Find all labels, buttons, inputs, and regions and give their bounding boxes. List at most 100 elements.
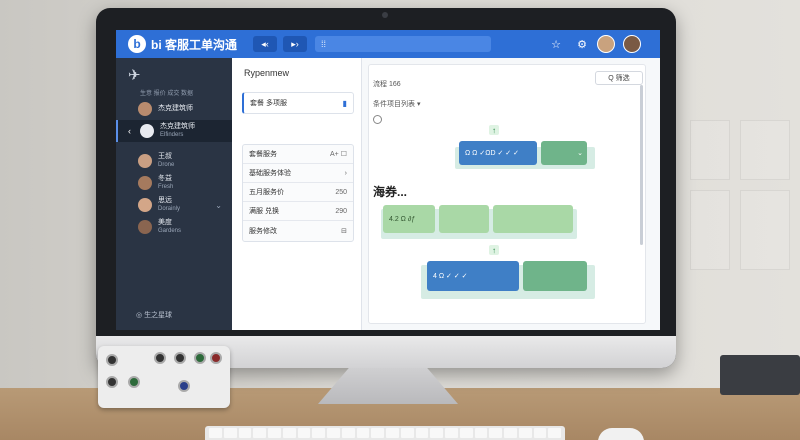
sidebar-item-name: 冬益	[158, 175, 172, 182]
flow-node-1[interactable]: Ω Ω ✓ΩD ✓ ✓ ✓	[459, 141, 537, 165]
sidebar-item-sub: Gardens	[158, 228, 182, 234]
wall-tile	[740, 120, 790, 180]
sidebar-item-sub: Elfinders	[160, 132, 184, 138]
list-item-value: A+ ☐	[330, 151, 347, 158]
sidebar-item-text: 美度 Gardens	[158, 219, 181, 235]
list-item-value: 290	[335, 207, 347, 215]
user-avatar-secondary[interactable]	[623, 35, 641, 53]
sidebar-footer-label: 生之星球	[144, 312, 173, 319]
chevron-left-icon[interactable]: ‹	[128, 126, 131, 136]
panel-title: Rypenmew	[244, 68, 290, 78]
app-title: bi 客服工单沟通	[151, 37, 237, 52]
flow-node-1b[interactable]: ⌄	[541, 141, 587, 165]
knob	[194, 352, 206, 364]
sidebar-item-active[interactable]: ‹ 杰克建筑师 Elfinders	[116, 120, 232, 142]
avatar	[140, 124, 154, 138]
user-avatar[interactable]	[597, 35, 615, 53]
list-item-value: 250	[335, 188, 347, 196]
refresh-icon[interactable]	[373, 115, 382, 124]
list-item[interactable]: 基础服务体验 ›	[243, 164, 353, 183]
chevron-down-icon[interactable]: ⌄	[215, 201, 222, 210]
knob	[106, 376, 118, 388]
flow-node-2[interactable]: 4.2 Ω ∂ƒ	[383, 205, 435, 233]
plane-icon: ✈	[128, 67, 141, 84]
list-item-label: 套餐服务	[249, 151, 277, 158]
avatar	[138, 198, 152, 212]
sidebar-item-text: 王叔 Drone	[158, 153, 174, 169]
top-bar: b bi 客服工单沟通 ◂‹ ▸› ⁞⁞ ☆ ⚙	[116, 30, 660, 58]
list-group: 套餐服务 A+ ☐ 基础服务体验 › 五月服务价 250 满服 兑换 290 服…	[242, 144, 354, 242]
sidebar-item-sub: Fresh	[158, 184, 174, 190]
sidebar-item-name: 杰克建筑师	[158, 105, 193, 112]
flow-node-3-text: 4 Ω ✓ ✓ ✓	[433, 273, 468, 280]
flow-node-2c[interactable]	[493, 205, 573, 233]
list-item-label: 满服 兑换	[249, 208, 279, 215]
scrollbar[interactable]	[640, 85, 643, 245]
settings-icon: ◎	[136, 312, 145, 319]
sidebar-item-name: 思远	[158, 197, 172, 204]
list-item[interactable]: 五月服务价 250	[243, 183, 353, 202]
knob	[106, 354, 118, 366]
list-item-value: ⊟	[341, 227, 347, 235]
sidebar-item-name: 王叔	[158, 153, 172, 160]
gear-icon[interactable]: ⚙	[575, 38, 589, 51]
sidebar-item-name: 美度	[158, 219, 172, 226]
sidebar-item-text: 杰克建筑师 Elfinders	[160, 123, 195, 139]
list-item[interactable]: 满服 兑换 290	[243, 202, 353, 221]
sidebar-footer[interactable]: ◎ 生之星球	[136, 310, 172, 320]
workflow-subheader[interactable]: 条件项目列表 ▾	[373, 99, 420, 109]
arrow-up-icon: ↑	[489, 125, 499, 135]
selected-card-label: 套餐 多项服	[250, 100, 287, 107]
wall-tile	[690, 120, 730, 180]
list-item-label: 服务修改	[249, 227, 277, 235]
screen: b bi 客服工单沟通 ◂‹ ▸› ⁞⁞ ☆ ⚙ ✈ 生意 报价 成交 数据 杰…	[116, 30, 660, 330]
sidebar-item-3[interactable]: 思远 Dorainly ⌄	[116, 194, 232, 216]
list-item[interactable]: 套餐服务 A+ ☐	[243, 145, 353, 164]
flow-node-2b[interactable]	[439, 205, 489, 233]
list-item-label: 基础服务体验	[249, 170, 291, 177]
nav-back-button[interactable]: ◂‹	[253, 36, 277, 52]
flow-node-3[interactable]: 4 Ω ✓ ✓ ✓	[427, 261, 519, 291]
chevron-right-icon: ›	[344, 169, 347, 177]
sidebar-item-4[interactable]: 美度 Gardens	[116, 216, 232, 238]
knob	[178, 380, 190, 392]
knob	[154, 352, 166, 364]
selected-card[interactable]: 套餐 多项服 ▮	[242, 92, 354, 114]
sidebar-item-text: 冬益 Fresh	[158, 175, 173, 191]
bookmark-icon[interactable]: ▮	[343, 99, 347, 108]
sidebar-item-sub: Drone	[158, 162, 175, 168]
webcam	[382, 12, 388, 18]
sidebar-header-label: 生意 报价 成交 数据	[140, 91, 194, 97]
knob	[128, 376, 140, 388]
sidebar-item-2[interactable]: 冬益 Fresh	[116, 172, 232, 194]
sidebar-item-name: 杰克建筑师	[160, 123, 195, 130]
section-label: 海券...	[373, 185, 408, 199]
wall-tile	[690, 190, 730, 270]
sidebar-item-text: 杰克建筑师	[158, 105, 193, 113]
middle-panel: Rypenmew 套餐 多项服 ▮ 套餐服务 A+ ☐ 基础服务体验 › 五月服…	[232, 58, 362, 330]
sidebar-item-0[interactable]: 杰克建筑师	[116, 98, 232, 120]
avatar	[138, 102, 152, 116]
sidebar-item-sub: Dorainly	[158, 206, 181, 212]
filter-select[interactable]: Q 筛选	[595, 71, 643, 85]
app-logo-icon: b	[128, 35, 146, 53]
sidebar: ✈ 生意 报价 成交 数据 杰克建筑师 ‹ 杰克建筑师 Elfinders 王叔…	[116, 58, 232, 330]
list-item-label: 五月服务价	[249, 189, 284, 196]
audio-interface	[98, 346, 230, 408]
mouse	[598, 428, 644, 440]
workflow-header: 流程 166	[373, 81, 401, 88]
keyboard	[205, 426, 565, 440]
sidebar-item-1[interactable]: 王叔 Drone	[116, 150, 232, 172]
star-icon[interactable]: ☆	[549, 38, 563, 51]
top-search-input[interactable]: ⁞⁞	[315, 36, 491, 52]
list-item[interactable]: 服务修改 ⊟	[243, 221, 353, 240]
nav-forward-button[interactable]: ▸›	[283, 36, 307, 52]
expand-icon: ⌄	[577, 150, 583, 157]
knob	[174, 352, 186, 364]
flow-node-3b[interactable]	[523, 261, 587, 291]
desk-box	[720, 355, 800, 395]
workflow-area: 流程 166 Q 筛选 条件项目列表 ▾ ↑ Ω Ω ✓ΩD ✓ ✓ ✓ ⌄ 海…	[362, 58, 660, 330]
avatar	[138, 176, 152, 190]
arrow-up-icon: ↑	[489, 245, 499, 255]
sidebar-item-text: 思远 Dorainly	[158, 197, 180, 213]
